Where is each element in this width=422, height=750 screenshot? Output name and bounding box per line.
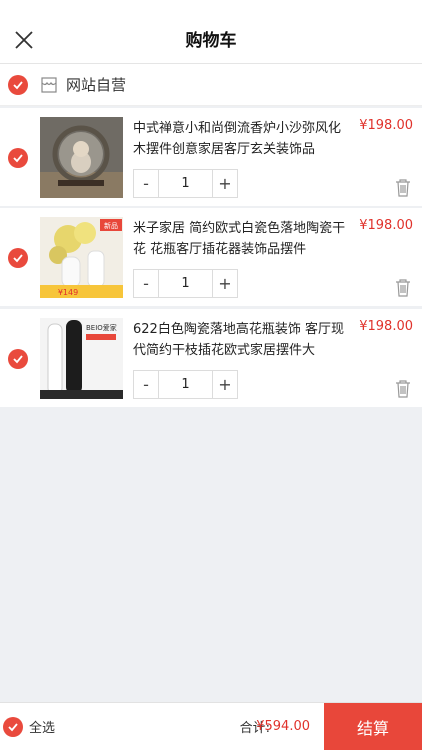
select-all-checkbox[interactable] <box>3 716 23 737</box>
quantity-value[interactable]: 1 <box>159 170 212 197</box>
image-tag-text: 新品 <box>104 221 118 230</box>
store-name: 网站自营 <box>66 76 127 94</box>
quantity-stepper: - 1 + <box>133 169 238 198</box>
page-title: 购物车 <box>185 31 237 51</box>
checkout-button[interactable]: 结算 <box>324 703 422 750</box>
check-icon <box>8 722 18 731</box>
check-icon <box>13 80 23 89</box>
increase-button[interactable]: + <box>212 270 237 297</box>
nav-bar: 购物车 <box>0 14 422 64</box>
cart-item: 中式禅意小和尚倒流香炉小沙弥风化木摆件创意家居客厅玄关装饰品 ¥198.00 -… <box>0 108 422 206</box>
trash-icon[interactable] <box>395 380 411 398</box>
product-image[interactable]: BEIO爱家 <box>40 318 123 399</box>
check-icon <box>13 154 23 163</box>
item-title[interactable]: 米子家居 简约欧式白瓷色落地陶瓷干花 花瓶客厅插花器装饰品摆件 <box>133 218 353 260</box>
increase-button[interactable]: + <box>212 170 237 197</box>
close-icon[interactable] <box>12 28 36 52</box>
select-all-label[interactable]: 全选 <box>29 717 55 736</box>
item-checkbox[interactable] <box>8 349 28 369</box>
store-row: 网站自营 <box>0 64 422 106</box>
item-title[interactable]: 622白色陶瓷落地高花瓶装饰 客厅现代简约干枝插花欧式家居摆件大 <box>133 319 353 361</box>
image-price-badge: ¥149 <box>58 288 78 297</box>
store-checkbox[interactable] <box>8 74 28 95</box>
decrease-button[interactable]: - <box>134 270 159 297</box>
product-image[interactable]: 新品 ¥149 <box>40 217 123 298</box>
check-icon <box>13 355 23 364</box>
item-checkbox[interactable] <box>8 148 28 168</box>
quantity-stepper: - 1 + <box>133 370 238 399</box>
check-icon <box>13 254 23 263</box>
cart-item: BEIO爱家 622白色陶瓷落地高花瓶装饰 客厅现代简约干枝插花欧式家居摆件大 … <box>0 309 422 407</box>
item-price: ¥198.00 <box>359 118 413 133</box>
decrease-button[interactable]: - <box>134 371 159 398</box>
trash-icon[interactable] <box>395 279 411 297</box>
total-value: ¥594.00 <box>256 719 310 734</box>
item-title[interactable]: 中式禅意小和尚倒流香炉小沙弥风化木摆件创意家居客厅玄关装饰品 <box>133 118 353 160</box>
bottom-bar: 全选 合计: ¥594.00 结算 <box>0 702 422 750</box>
quantity-value[interactable]: 1 <box>159 371 212 398</box>
quantity-value[interactable]: 1 <box>159 270 212 297</box>
increase-button[interactable]: + <box>212 371 237 398</box>
item-price: ¥198.00 <box>359 218 413 233</box>
product-image[interactable] <box>40 117 123 198</box>
status-bar <box>0 0 422 14</box>
quantity-stepper: - 1 + <box>133 269 238 298</box>
image-brand-text: BEIO爱家 <box>86 323 117 332</box>
trash-icon[interactable] <box>395 179 411 197</box>
item-price: ¥198.00 <box>359 319 413 334</box>
item-checkbox[interactable] <box>8 248 28 268</box>
store-icon <box>41 76 57 93</box>
decrease-button[interactable]: - <box>134 170 159 197</box>
cart-item: 新品 ¥149 米子家居 简约欧式白瓷色落地陶瓷干花 花瓶客厅插花器装饰品摆件 … <box>0 208 422 306</box>
